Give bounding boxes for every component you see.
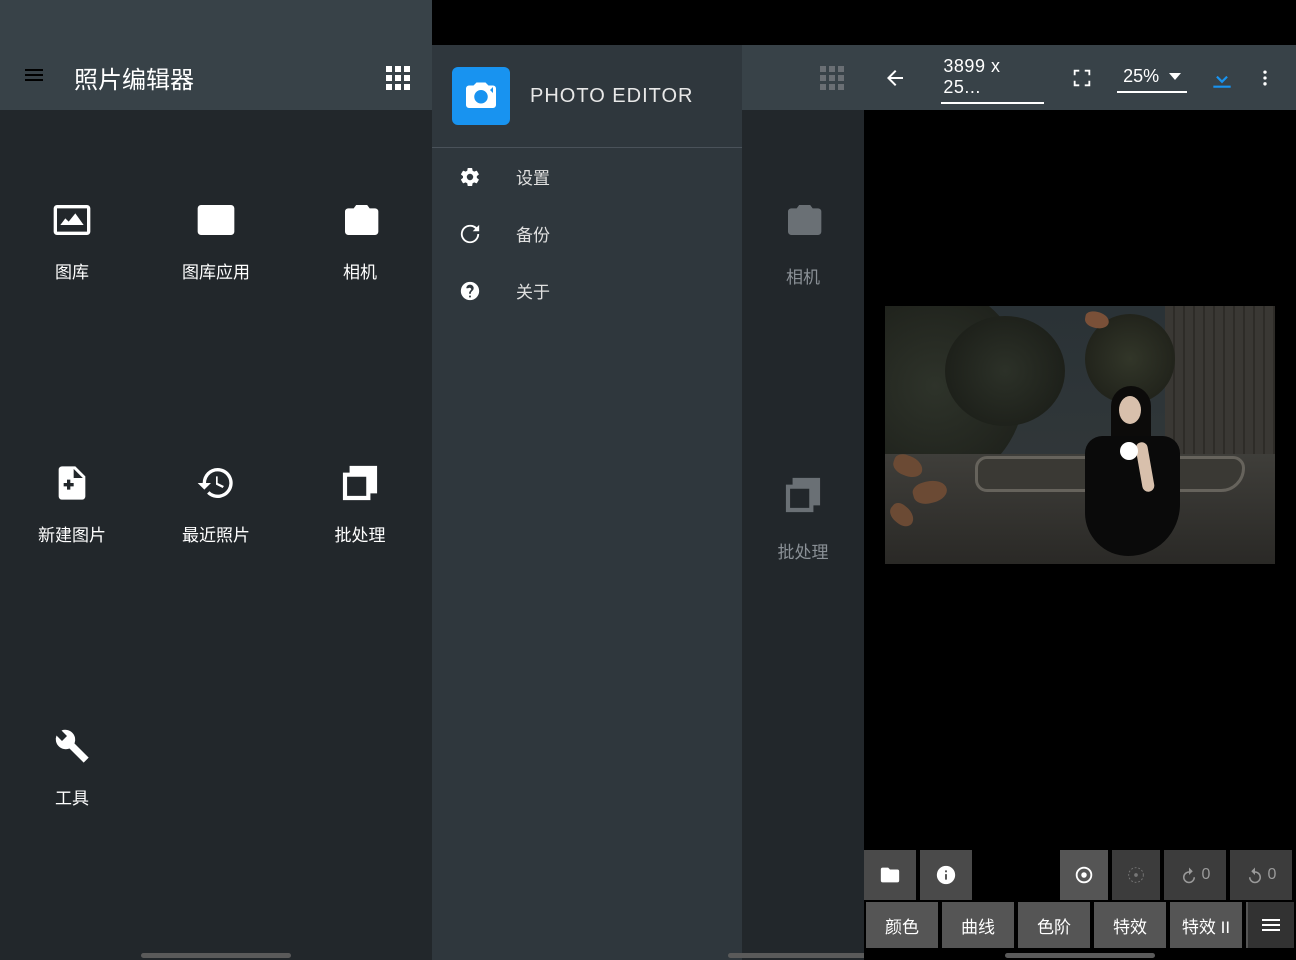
camera-label: 相机 [786, 263, 820, 288]
drawer-backdrop[interactable]: 相机 批处理 [742, 0, 864, 960]
apps-icon[interactable] [386, 66, 410, 90]
app-name: PHOTO EDITOR [530, 85, 694, 108]
editor-screen: 3899 x 25... 25% [864, 0, 1296, 960]
drawer-header: PHOTO EDITOR [432, 45, 742, 148]
wrench-icon [52, 726, 92, 766]
batch-label: 批处理 [335, 521, 386, 546]
restore-icon [458, 222, 482, 246]
status-bar [742, 0, 864, 45]
fullscreen-button[interactable] [1066, 61, 1099, 95]
nav-bar-indicator [141, 953, 291, 958]
batch-label: 批处理 [778, 538, 829, 563]
app-logo-icon [452, 67, 510, 125]
tab-curves[interactable]: 曲线 [942, 902, 1014, 948]
chevron-down-icon [1169, 73, 1181, 80]
stack-icon [340, 463, 380, 503]
camera-button[interactable]: 相机 [742, 200, 864, 288]
zoom-value: 25% [1123, 66, 1159, 87]
menu-about[interactable]: 关于 [432, 262, 742, 319]
nav-bar-indicator [1005, 953, 1155, 958]
menu-about-label: 关于 [516, 278, 550, 303]
tools-label: 工具 [55, 784, 89, 809]
tools-button[interactable]: 工具 [0, 726, 144, 809]
new-image-label: 新建图片 [38, 521, 106, 546]
status-bar [432, 0, 742, 45]
camera-label: 相机 [343, 258, 377, 283]
status-bar [864, 0, 1296, 45]
camera-icon [340, 200, 380, 240]
recent-button[interactable]: 最近照片 [144, 463, 288, 546]
new-file-icon [52, 463, 92, 503]
action-toolbar: 0 0 [864, 850, 1296, 900]
open-button[interactable] [864, 850, 916, 900]
menu-backup-label: 备份 [516, 221, 550, 246]
tab-effects2[interactable]: 特效 II [1170, 902, 1242, 948]
undo-button[interactable]: 0 [1164, 850, 1226, 900]
image-filled-icon [196, 200, 236, 240]
menu-backup[interactable]: 备份 [432, 205, 742, 262]
redo-count: 0 [1268, 866, 1277, 884]
gallery-button[interactable]: 图库 [0, 200, 144, 283]
apps-icon[interactable] [820, 66, 844, 90]
navigation-drawer: PHOTO EDITOR 设置 备份 关于 [432, 0, 742, 960]
menu-settings-label: 设置 [516, 164, 550, 189]
compare-button[interactable] [1112, 850, 1160, 900]
redo-button[interactable]: 0 [1230, 850, 1292, 900]
history-icon [196, 463, 236, 503]
batch-button[interactable]: 批处理 [288, 463, 432, 546]
gallery-label: 图库 [55, 258, 89, 283]
back-button[interactable] [878, 61, 911, 95]
target-button[interactable] [1060, 850, 1108, 900]
home-screen: 照片编辑器 图库 图库应用 相机 [0, 0, 432, 960]
info-button[interactable] [920, 850, 972, 900]
nav-bar-indicator [728, 953, 878, 958]
image-dimensions[interactable]: 3899 x 25... [941, 52, 1043, 104]
app-title: 照片编辑器 [74, 60, 194, 95]
undo-count: 0 [1202, 866, 1211, 884]
recent-label: 最近照片 [182, 521, 250, 546]
edited-image [885, 306, 1275, 564]
zoom-dropdown[interactable]: 25% [1117, 62, 1187, 93]
tab-levels[interactable]: 色阶 [1018, 902, 1090, 948]
more-button[interactable] [1249, 61, 1282, 95]
new-image-button[interactable]: 新建图片 [0, 463, 144, 546]
menu-icon[interactable] [22, 63, 46, 92]
menu-settings[interactable]: 设置 [432, 148, 742, 205]
gallery-app-button[interactable]: 图库应用 [144, 200, 288, 283]
tabs-menu-button[interactable] [1248, 902, 1294, 948]
gear-icon [458, 165, 482, 189]
editor-topbar: 3899 x 25... 25% [864, 45, 1296, 110]
save-button[interactable] [1205, 61, 1238, 95]
camera-button[interactable]: 相机 [288, 200, 432, 283]
batch-button[interactable]: 批处理 [742, 475, 864, 563]
gallery-app-label: 图库应用 [182, 258, 250, 283]
drawer-screen: PHOTO EDITOR 设置 备份 关于 [432, 0, 864, 960]
image-icon [52, 200, 92, 240]
stack-icon [783, 475, 823, 538]
camera-icon [783, 200, 823, 263]
tab-effects[interactable]: 特效 [1094, 902, 1166, 948]
help-icon [458, 279, 482, 303]
canvas[interactable] [864, 110, 1296, 850]
tab-color[interactable]: 颜色 [866, 902, 938, 948]
edit-tabs: 颜色 曲线 色阶 特效 特效 II [864, 902, 1296, 948]
